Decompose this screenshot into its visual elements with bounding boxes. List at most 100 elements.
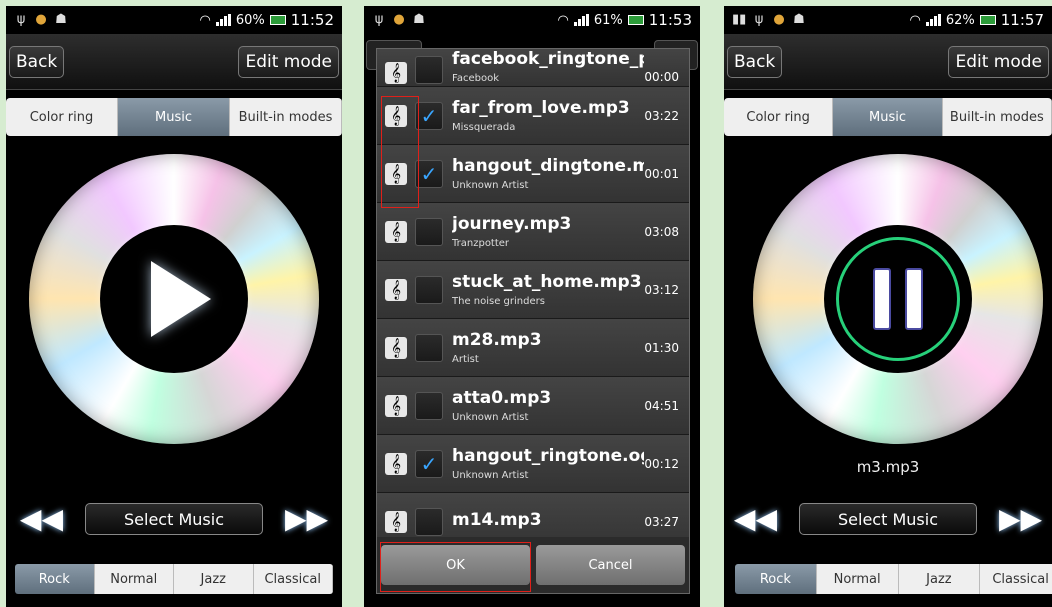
song-duration: 03:12	[644, 282, 679, 297]
pause-icon[interactable]	[836, 237, 960, 361]
song-checkbox[interactable]	[415, 217, 443, 246]
song-duration: 01:30	[644, 340, 679, 355]
eq-classical[interactable]: Classical	[253, 564, 333, 594]
tab-music[interactable]: Music	[118, 98, 230, 136]
play-icon[interactable]	[151, 261, 211, 337]
battery-level: 62%	[945, 12, 975, 28]
rewind-icon[interactable]: ◀◀	[734, 505, 777, 533]
song-checkbox[interactable]: ✓	[415, 449, 443, 478]
song-title: m14.mp3	[452, 509, 542, 530]
song-checkbox[interactable]	[415, 333, 443, 362]
tab-built-in-modes[interactable]: Built-in modes	[230, 98, 342, 136]
signal-icon	[215, 14, 231, 26]
battery-icon	[627, 15, 644, 25]
song-checkbox[interactable]	[415, 56, 443, 84]
song-checkbox[interactable]	[415, 391, 443, 420]
phone-screen-2: ψ ● ☗ ◠ 61% 11:53 𝄞 facebook_ringtone_po…	[364, 6, 700, 607]
song-list[interactable]: 𝄞 facebook_ringtone_pop. Facebook 00:00 …	[377, 49, 689, 539]
notification-icon: ●	[773, 12, 785, 27]
list-item[interactable]: 𝄞 facebook_ringtone_pop. Facebook 00:00	[377, 49, 689, 87]
edit-mode-button[interactable]: Edit mode	[948, 45, 1049, 78]
notification-icon: ●	[35, 12, 47, 27]
clock: 11:52	[290, 11, 334, 29]
fast-forward-icon[interactable]: ▶▶	[999, 505, 1042, 533]
clock: 11:53	[648, 11, 692, 29]
pause-bar	[873, 268, 891, 330]
song-checkbox[interactable]: ✓	[415, 159, 443, 188]
battery-icon	[979, 15, 996, 25]
eq-jazz[interactable]: Jazz	[898, 564, 981, 594]
song-checkbox[interactable]	[415, 507, 443, 536]
dialog-buttons: OK Cancel	[377, 537, 689, 593]
music-note-icon: 𝄞	[385, 104, 407, 127]
list-item[interactable]: 𝄞 stuck_at_home.mp3 The noise grinders 0…	[377, 261, 689, 319]
eq-jazz[interactable]: Jazz	[174, 564, 254, 594]
list-item[interactable]: 𝄞 m14.mp3 03:27	[377, 493, 689, 539]
eq-classical[interactable]: Classical	[980, 564, 1052, 594]
signal-icon	[573, 14, 589, 26]
disc-center[interactable]	[824, 225, 972, 373]
song-title: hangout_dingtone.m4a	[452, 156, 644, 176]
song-checkbox[interactable]: ✓	[415, 101, 443, 130]
list-item[interactable]: 𝄞 ✓ far_from_love.mp3 Missquerada 03:22	[377, 87, 689, 145]
select-music-button[interactable]: Select Music	[799, 503, 977, 535]
rewind-icon[interactable]: ◀◀	[20, 505, 63, 533]
clock: 11:57	[1000, 11, 1044, 29]
list-item[interactable]: 𝄞 ✓ hangout_dingtone.m4a Unknown Artist …	[377, 145, 689, 203]
tab-music[interactable]: Music	[833, 98, 943, 136]
song-title: facebook_ringtone_pop.	[452, 49, 644, 69]
checkmark-icon: ✓	[420, 103, 438, 128]
music-note-icon: 𝄞	[385, 220, 407, 243]
song-checkbox[interactable]	[415, 275, 443, 304]
tab-color-ring[interactable]: Color ring	[724, 98, 834, 136]
equalizer-tabs: Rock Normal Jazz Classical	[15, 564, 333, 594]
disc-center[interactable]	[100, 225, 248, 373]
eq-rock[interactable]: Rock	[735, 564, 817, 594]
song-artist: Artist	[452, 354, 479, 365]
notification-icon: ●	[393, 12, 405, 27]
playback-controls: ◀◀ Select Music ▶▶	[724, 502, 1052, 536]
eq-rock[interactable]: Rock	[15, 564, 95, 594]
android-icon: ☗	[413, 12, 425, 27]
music-disc[interactable]	[29, 154, 319, 444]
list-item[interactable]: 𝄞 journey.mp3 Tranzpotter 03:08	[377, 203, 689, 261]
song-duration: 03:27	[644, 514, 679, 529]
battery-icon	[269, 15, 286, 25]
select-music-dialog: 𝄞 facebook_ringtone_pop. Facebook 00:00 …	[376, 48, 690, 594]
music-note-icon: 𝄞	[385, 278, 407, 301]
status-bar: ψ ● ☗ ◠ 60% 11:52	[6, 6, 342, 34]
song-artist: Unknown Artist	[452, 180, 529, 191]
now-playing-title: m3.mp3	[856, 458, 920, 476]
fast-forward-icon[interactable]: ▶▶	[285, 505, 328, 533]
music-note-icon: 𝄞	[385, 336, 407, 359]
list-item[interactable]: 𝄞 m28.mp3 Artist 01:30	[377, 319, 689, 377]
list-item[interactable]: 𝄞 atta0.mp3 Unknown Artist 04:51	[377, 377, 689, 435]
song-artist: Missquerada	[452, 122, 516, 133]
mode-tabs: Color ring Music Built-in modes	[724, 98, 1052, 136]
eq-normal[interactable]: Normal	[94, 564, 174, 594]
eq-normal[interactable]: Normal	[816, 564, 899, 594]
usb-icon: ψ	[754, 12, 764, 27]
phone-screen-1: ψ ● ☗ ◠ 60% 11:52 Back Edit mode Color r…	[6, 6, 342, 607]
song-duration: 03:22	[644, 108, 679, 123]
ok-button[interactable]: OK	[381, 545, 530, 585]
equalizer-tabs: Rock Normal Jazz Classical	[735, 564, 1052, 594]
edit-mode-button[interactable]: Edit mode	[238, 45, 339, 78]
song-duration: 04:51	[644, 398, 679, 413]
tab-color-ring[interactable]: Color ring	[6, 98, 118, 136]
song-artist: Unknown Artist	[452, 470, 529, 481]
select-music-button[interactable]: Select Music	[85, 503, 263, 535]
android-icon: ☗	[793, 12, 805, 27]
top-bar: Back Edit mode	[6, 34, 342, 90]
song-duration: 00:12	[644, 456, 679, 471]
tab-built-in-modes[interactable]: Built-in modes	[942, 98, 1052, 136]
music-disc[interactable]	[753, 154, 1043, 444]
back-button[interactable]: Back	[727, 45, 783, 78]
back-button[interactable]: Back	[9, 45, 65, 78]
song-title: m28.mp3	[452, 330, 542, 350]
media-icon: ▮▮	[732, 12, 747, 27]
signal-icon	[925, 14, 941, 26]
cancel-button[interactable]: Cancel	[536, 545, 685, 585]
list-item[interactable]: 𝄞 ✓ hangout_ringtone.ogg Unknown Artist …	[377, 435, 689, 493]
wifi-icon: ◠	[557, 12, 569, 28]
